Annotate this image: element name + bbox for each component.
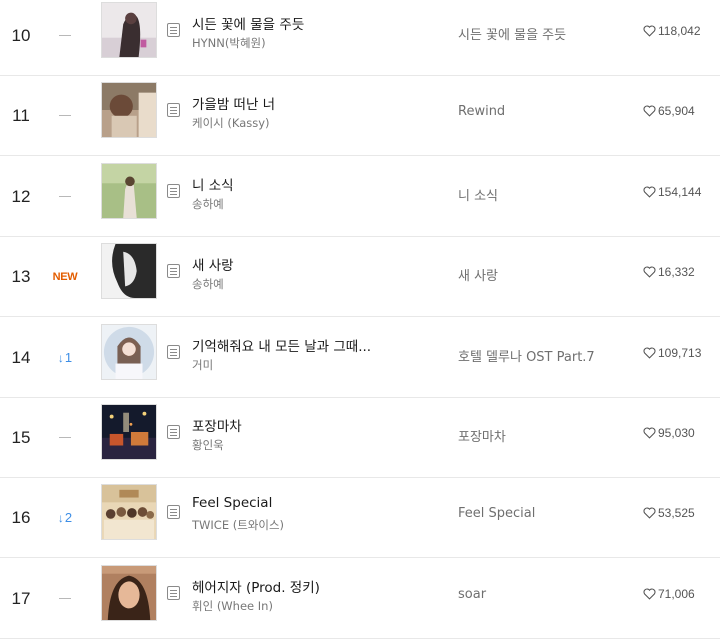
album-name[interactable]: 호텔 델루나 OST Part.7: [458, 346, 628, 365]
rank-number: 14: [11, 347, 31, 367]
lyrics-icon[interactable]: [167, 103, 180, 117]
like-button[interactable]: 109,713: [643, 346, 715, 360]
rank-change-same: [46, 157, 84, 236]
like-count: 118,042: [658, 24, 701, 38]
lyrics-icon[interactable]: [167, 586, 180, 600]
chart-list: 10 시든 꽃에 물을 주듯 HYNN(박혜원) 시든 꽃에 물을 주듯 118…: [0, 0, 720, 643]
artist-name[interactable]: 황인욱: [192, 437, 422, 453]
rank-number: 16: [11, 507, 31, 527]
like-button[interactable]: 16,332: [643, 265, 715, 279]
lyrics-icon[interactable]: [167, 264, 180, 278]
lyrics-icon[interactable]: [167, 505, 180, 519]
artist-name[interactable]: 휘인 (Whee In): [192, 598, 422, 614]
rank-change-new-badge: NEW: [52, 270, 78, 283]
chart-row: 15 포장마차 황인욱 포장마차 95,030: [0, 398, 720, 478]
like-count: 65,904: [658, 104, 695, 118]
album-cover[interactable]: [101, 404, 157, 460]
rank-number: 13: [11, 266, 31, 286]
chart-row: 10 시든 꽃에 물을 주듯 HYNN(박혜원) 시든 꽃에 물을 주듯 118…: [0, 0, 720, 76]
artist-name[interactable]: 송하예: [192, 196, 422, 212]
artist-name[interactable]: 케이시 (Kassy): [192, 115, 422, 131]
rank-change-amount: 2: [64, 510, 73, 525]
lyrics-icon[interactable]: [167, 184, 180, 198]
chart-row: 16 ↓ 2 Feel Special TWICE (트와이스) Feel Spe…: [0, 478, 720, 558]
arrow-down-icon: ↓: [57, 350, 64, 365]
song-title[interactable]: 헤어지자 (Prod. 정키): [192, 576, 422, 596]
album-name[interactable]: 새 사랑: [458, 265, 628, 284]
album-cover[interactable]: [101, 163, 157, 219]
album-name[interactable]: 포장마차: [458, 426, 628, 445]
album-name[interactable]: Feel Special: [458, 506, 628, 521]
artist-name[interactable]: HYNN(박혜원): [192, 35, 422, 51]
song-title[interactable]: 가을밤 떠난 너: [192, 93, 422, 113]
rank-change-same: [46, 559, 84, 638]
album-name[interactable]: Rewind: [458, 104, 628, 119]
album-name[interactable]: 시든 꽃에 물을 주듯: [458, 24, 628, 43]
heart-outline-icon: [643, 105, 656, 117]
song-title[interactable]: 새 사랑: [192, 254, 422, 274]
song-title[interactable]: 포장마차: [192, 415, 422, 435]
heart-outline-icon: [643, 25, 656, 37]
album-cover[interactable]: [101, 243, 157, 299]
heart-outline-icon: [643, 588, 656, 600]
rank-change-same: [46, 76, 84, 155]
lyrics-icon[interactable]: [167, 345, 180, 359]
rank-number: 10: [11, 25, 31, 45]
heart-outline-icon: [643, 186, 656, 198]
like-count: 154,144: [658, 185, 702, 199]
album-name[interactable]: soar: [458, 587, 628, 602]
like-button[interactable]: 71,006: [643, 587, 715, 601]
artist-name[interactable]: TWICE (트와이스): [192, 517, 422, 533]
heart-outline-icon: [643, 347, 656, 359]
rank-change-down: ↓ 2: [46, 478, 84, 557]
chart-row: 11 가을밤 떠난 너 케이시 (Kassy) Rewind 65,904: [0, 76, 720, 156]
song-title[interactable]: 기억해줘요 내 모든 날과 그때...: [192, 335, 422, 355]
song-title[interactable]: Feel Special: [192, 495, 422, 511]
rank-change-amount: 1: [64, 350, 73, 365]
song-title[interactable]: 시든 꽃에 물을 주듯: [192, 13, 422, 33]
lyrics-icon[interactable]: [167, 425, 180, 439]
rank-change-same: [46, 0, 84, 75]
lyrics-icon[interactable]: [167, 23, 180, 37]
chart-row: 12 니 소식 송하예 니 소식 154,144: [0, 157, 720, 237]
album-cover[interactable]: [101, 82, 157, 138]
heart-outline-icon: [643, 266, 656, 278]
artist-name[interactable]: 송하예: [192, 276, 422, 292]
like-count: 71,006: [658, 587, 695, 601]
artist-name[interactable]: 거미: [192, 357, 422, 373]
rank-number: 15: [11, 427, 31, 447]
like-button[interactable]: 154,144: [643, 185, 715, 199]
song-title[interactable]: 니 소식: [192, 174, 422, 194]
arrow-down-icon: ↓: [57, 510, 64, 525]
rank-number: 17: [11, 588, 31, 608]
like-count: 109,713: [658, 346, 702, 360]
like-count: 53,525: [658, 506, 695, 520]
rank-change-down: ↓ 1: [46, 318, 84, 397]
like-button[interactable]: 65,904: [643, 104, 715, 118]
album-cover[interactable]: [101, 2, 157, 58]
heart-outline-icon: [643, 427, 656, 439]
like-button[interactable]: 118,042: [643, 24, 715, 38]
album-cover[interactable]: [101, 565, 157, 621]
rank-number: 11: [12, 105, 30, 125]
chart-row: 17 헤어지자 (Prod. 정키) 휘인 (Whee In) soar 71,…: [0, 559, 720, 639]
rank-number: 12: [11, 186, 31, 206]
rank-change-same: [46, 398, 84, 477]
like-count: 16,332: [658, 265, 695, 279]
album-name[interactable]: 니 소식: [458, 185, 628, 204]
album-cover[interactable]: [101, 484, 157, 540]
chart-row: 14 ↓ 1 기억해줘요 내 모든 날과 그때... 거미 호텔 델루나 OST …: [0, 318, 720, 398]
like-count: 95,030: [658, 426, 695, 440]
like-button[interactable]: 53,525: [643, 506, 715, 520]
like-button[interactable]: 95,030: [643, 426, 715, 440]
heart-outline-icon: [643, 507, 656, 519]
chart-row: 13 NEW 새 사랑 송하예 새 사랑 16,332: [0, 237, 720, 317]
album-cover[interactable]: [101, 324, 157, 380]
